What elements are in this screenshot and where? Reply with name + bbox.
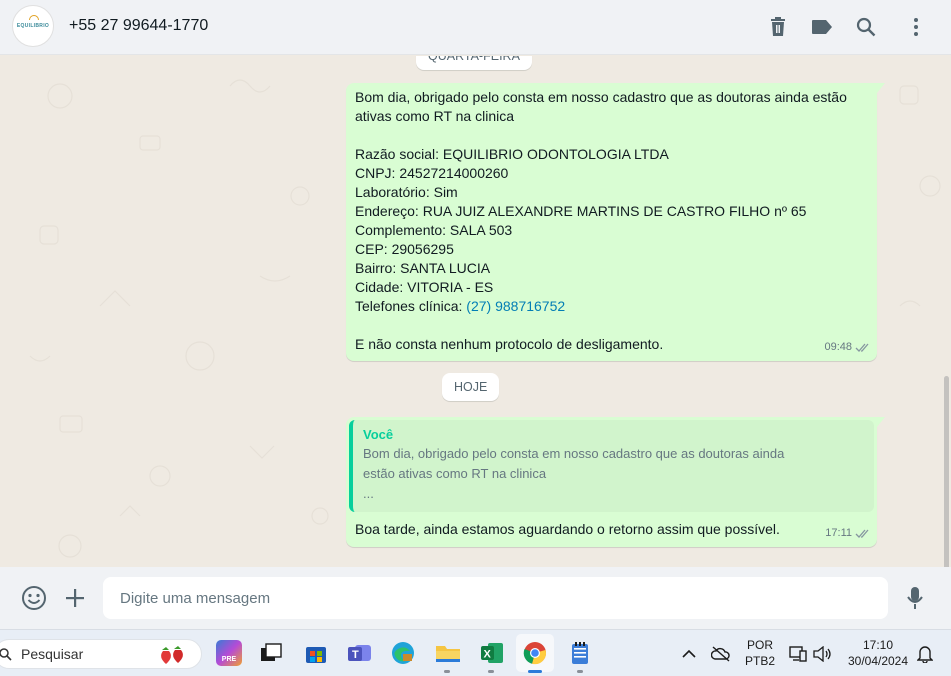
task-view-icon[interactable] xyxy=(258,640,284,666)
attach-plus-icon[interactable] xyxy=(63,586,87,610)
emoji-icon[interactable] xyxy=(20,584,48,612)
double-check-icon xyxy=(855,343,869,352)
running-indicator xyxy=(444,670,450,673)
notification-bell-icon[interactable] xyxy=(914,642,936,666)
message-text: Boa tarde, ainda estamos aguardando o re… xyxy=(355,521,780,537)
taskbar-search-text: Pesquisar xyxy=(21,646,84,662)
search-icon xyxy=(0,648,12,661)
chrome-icon[interactable] xyxy=(522,640,548,666)
date-pill-today: HOJE xyxy=(442,373,500,401)
message-composer: Digite uma mensagem xyxy=(0,567,951,629)
windows-taskbar: Pesquisar PRE T X POR PTB2 17:10 30/04/2… xyxy=(0,629,951,676)
delete-icon[interactable] xyxy=(765,14,791,40)
language-top: POR xyxy=(746,638,773,652)
quote-ellipsis: ... xyxy=(363,486,374,501)
chat-header: EQUILIBRIO +55 27 99644-1770 xyxy=(0,0,951,55)
message-line: Bairro: SANTA LUCIA xyxy=(355,260,491,276)
svg-text:X: X xyxy=(484,649,492,661)
message-meta: 09:48 xyxy=(824,338,871,357)
message-time: 09:48 xyxy=(824,341,852,353)
bubble-tail xyxy=(877,83,885,93)
onedrive-offline-icon[interactable] xyxy=(709,642,733,666)
reply-message-bubble[interactable]: Você Bom dia, obrigado pelo consta em no… xyxy=(346,417,885,547)
message-line: Bom dia, obrigado pelo consta em nosso c… xyxy=(355,89,847,105)
excel-icon[interactable]: X xyxy=(479,640,505,666)
svg-text:T: T xyxy=(352,649,359,661)
network-icon[interactable] xyxy=(786,642,810,666)
clock-date: 30/04/2024 xyxy=(847,654,909,668)
message-line: Endereço: RUA JUIZ ALEXANDRE MARTINS DE … xyxy=(355,203,807,219)
phone-label: Telefones clínica: xyxy=(355,298,467,314)
contact-name[interactable]: +55 27 99644-1770 xyxy=(69,17,208,35)
quote-line: estão ativas como RT na clinica xyxy=(363,466,547,481)
phone-link[interactable]: (27) 988716752 xyxy=(466,298,565,314)
message-line xyxy=(355,126,847,145)
language-indicator[interactable]: POR PTB2 xyxy=(740,637,780,669)
quote-line: Bom dia, obrigado pelo consta em nosso c… xyxy=(363,446,785,461)
language-bottom: PTB2 xyxy=(744,654,775,668)
active-indicator xyxy=(528,670,542,673)
file-explorer-icon[interactable] xyxy=(435,640,461,666)
message-line: CNPJ: 24527214000260 xyxy=(355,165,509,181)
message-meta: 17:11 xyxy=(825,524,871,543)
message-line: CEP: 29056295 xyxy=(355,241,454,257)
message-line: ativas como RT na clinica xyxy=(355,108,514,124)
clock[interactable]: 17:10 30/04/2024 xyxy=(842,637,914,669)
edge-icon[interactable] xyxy=(390,640,416,666)
clock-time: 17:10 xyxy=(862,638,894,652)
label-icon[interactable] xyxy=(809,14,835,40)
message-text: Bom dia, obrigado pelo consta em nosso c… xyxy=(355,88,847,354)
taskbar-search[interactable]: Pesquisar xyxy=(0,639,202,669)
double-check-icon xyxy=(855,529,869,538)
bubble-tail xyxy=(877,417,885,427)
message-line: Cidade: VITORIA - ES xyxy=(355,279,494,295)
message-line: E não consta nenhum protocolo de desliga… xyxy=(355,336,664,352)
avatar-logo-text: EQUILIBRIO xyxy=(16,23,50,29)
copilot-icon[interactable]: PRE xyxy=(216,640,242,666)
teams-icon[interactable]: T xyxy=(347,640,373,666)
chevron-up-icon[interactable] xyxy=(677,642,701,666)
chat-panel[interactable]: QUARTA-FEIRA Bom dia, obrigado pelo cons… xyxy=(0,56,951,567)
message-input-placeholder: Digite uma mensagem xyxy=(120,589,271,607)
quote-author: Você xyxy=(363,427,394,442)
message-time: 17:11 xyxy=(825,527,852,539)
menu-icon[interactable] xyxy=(903,14,929,40)
message-line: Complemento: SALA 503 xyxy=(355,222,513,238)
microsoft-store-icon[interactable] xyxy=(303,640,329,666)
avatar[interactable]: EQUILIBRIO xyxy=(12,5,54,47)
microphone-icon[interactable] xyxy=(903,584,927,612)
search-icon[interactable] xyxy=(853,14,879,40)
running-indicator xyxy=(488,670,494,673)
message-bubble[interactable]: Bom dia, obrigado pelo consta em nosso c… xyxy=(346,83,885,361)
notepad-icon[interactable] xyxy=(567,640,593,666)
message-line: Razão social: EQUILIBRIO ODONTOLOGIA LTD… xyxy=(355,146,669,162)
volume-icon[interactable] xyxy=(810,642,834,666)
phone-line: Telefones clínica: (27) 988716752 xyxy=(355,297,847,316)
strawberry-icon xyxy=(161,646,183,664)
running-indicator xyxy=(577,670,583,673)
quoted-message[interactable]: Você Bom dia, obrigado pelo consta em no… xyxy=(349,420,874,512)
logo-arc xyxy=(29,15,39,20)
date-pill-previous: QUARTA-FEIRA xyxy=(416,56,532,70)
message-input[interactable]: Digite uma mensagem xyxy=(103,577,888,619)
message-line: Laboratório: Sim xyxy=(355,184,458,200)
chat-scrollbar[interactable] xyxy=(944,376,949,567)
